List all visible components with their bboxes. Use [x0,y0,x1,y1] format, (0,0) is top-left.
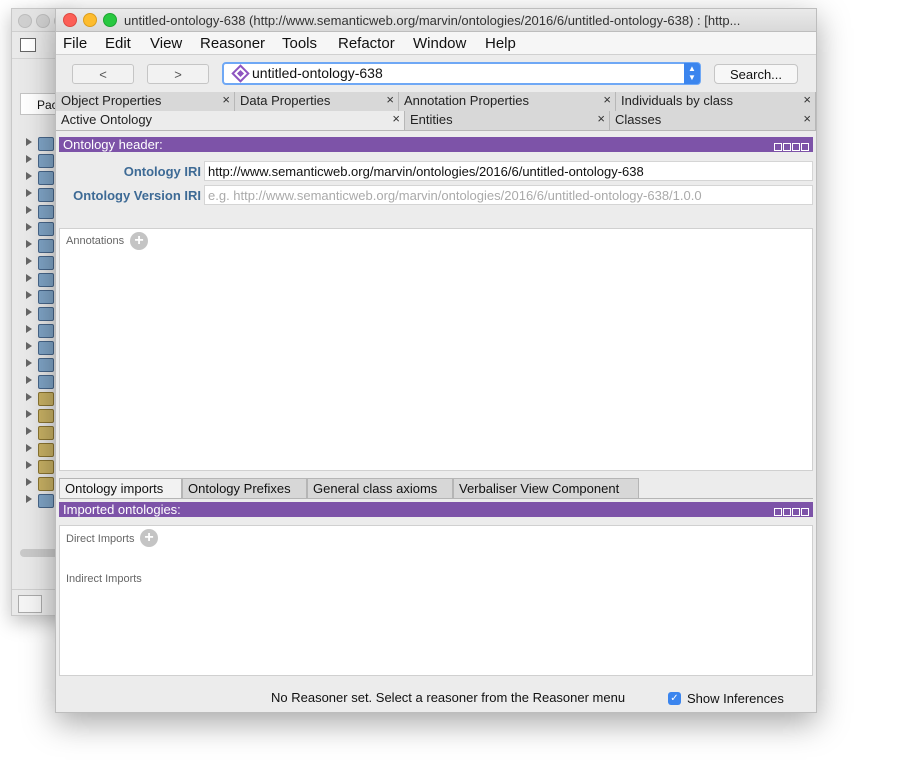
minimize-window-icon[interactable] [83,13,97,27]
protege-main-window: untitled-ontology-638 (http://www.semant… [55,8,817,713]
ontology-iri-label: Ontology IRI [123,164,201,179]
menu-view[interactable]: View [150,35,182,52]
ontology-iri-field[interactable]: http://www.semanticweb.org/marvin/ontolo… [204,161,813,181]
toolbar: < > untitled-ontology-638 ▲ ▼ Search... [56,55,816,93]
titlebar: untitled-ontology-638 (http://www.semant… [56,9,816,32]
panel-controls[interactable] [773,504,809,519]
tab-object-properties[interactable]: Object Properties × [56,92,235,111]
chevron-updown-icon[interactable]: ▲ ▼ [684,63,700,84]
show-inferences-label: Show Inferences [687,691,784,706]
close-tab-icon[interactable]: × [603,92,611,107]
annotations-box: Annotations + [59,228,813,471]
back-button[interactable]: < [72,64,134,84]
tab-active-ontology[interactable]: Active Ontology × [56,111,405,130]
tab-label: Classes [615,112,662,127]
menu-refactor[interactable]: Refactor [338,35,395,52]
ontology-header-panel-title: Ontology header: [59,137,813,152]
tab-classes[interactable]: Classes × [610,111,816,130]
hand-icon[interactable] [18,595,42,613]
panel-title: Imported ontologies: [63,502,181,517]
close-tab-icon[interactable]: × [222,92,230,107]
menu-reasoner[interactable]: Reasoner [200,35,265,52]
menu-tools[interactable]: Tools [282,35,317,52]
tab-label: Entities [410,112,453,127]
close-tab-icon[interactable]: × [803,111,811,126]
ontology-version-iri-field[interactable]: e.g. http://www.semanticweb.org/marvin/o… [204,185,813,205]
tab-data-properties[interactable]: Data Properties × [235,92,399,111]
tab-entities[interactable]: Entities × [405,111,610,130]
tab-label: Annotation Properties [404,93,530,108]
active-ontology-selector[interactable]: untitled-ontology-638 ▲ ▼ [222,62,701,85]
close-tab-icon[interactable]: × [386,92,394,107]
menu-edit[interactable]: Edit [105,35,131,52]
imports-box: Direct Imports + Indirect Imports [59,525,813,676]
tab-label: Active Ontology [61,112,153,127]
subtab-ontology-prefixes[interactable]: Ontology Prefixes [182,478,307,498]
tab-label: Individuals by class [621,93,733,108]
minimize-dot-inactive [36,14,50,28]
add-import-icon[interactable]: + [140,529,158,547]
tab-row-bottom: Active Ontology × Entities × Classes × [56,111,816,131]
direct-imports-label: Direct Imports [66,533,135,545]
close-tab-icon[interactable]: × [803,92,811,107]
panel-title: Ontology header: [63,137,163,152]
close-dot-inactive [18,14,32,28]
ontology-icon [231,64,250,83]
tab-row-top: Object Properties × Data Properties × An… [56,92,816,112]
add-annotation-icon[interactable]: + [130,232,148,250]
imported-ontologies-panel-title: Imported ontologies: [59,502,813,517]
forward-button[interactable]: > [147,64,209,84]
subtab-row: Ontology imports Ontology Prefixes Gener… [59,478,813,499]
reasoner-status-message: No Reasoner set. Select a reasoner from … [271,690,626,705]
zoom-window-icon[interactable] [103,13,117,27]
tab-individuals-by-class[interactable]: Individuals by class × [616,92,816,111]
subtab-verbaliser-view[interactable]: Verbaliser View Component [453,478,639,498]
show-inferences-checkbox[interactable]: ✓ [668,692,681,705]
window-title: untitled-ontology-638 (http://www.semant… [124,13,741,28]
menu-file[interactable]: File [63,35,87,52]
active-ontology-name: untitled-ontology-638 [252,65,383,81]
tab-annotation-properties[interactable]: Annotation Properties × [399,92,616,111]
ontology-version-iri-label: Ontology Version IRI [73,188,201,203]
panel-controls[interactable] [773,139,809,154]
menu-help[interactable]: Help [485,35,516,52]
subtab-general-class-axioms[interactable]: General class axioms [307,478,453,498]
new-class-icon[interactable] [20,38,36,52]
subtab-ontology-imports[interactable]: Ontology imports [59,478,182,498]
annotations-label: Annotations [66,235,125,247]
close-window-icon[interactable] [63,13,77,27]
close-tab-icon[interactable]: × [597,111,605,126]
menu-bar: File Edit View Reasoner Tools Refactor W… [56,32,816,55]
indirect-imports-label: Indirect Imports [66,573,142,585]
tab-label: Object Properties [61,93,162,108]
close-tab-icon[interactable]: × [392,111,400,126]
menu-window[interactable]: Window [413,35,466,52]
search-button[interactable]: Search... [714,64,798,84]
tab-label: Data Properties [240,93,331,108]
